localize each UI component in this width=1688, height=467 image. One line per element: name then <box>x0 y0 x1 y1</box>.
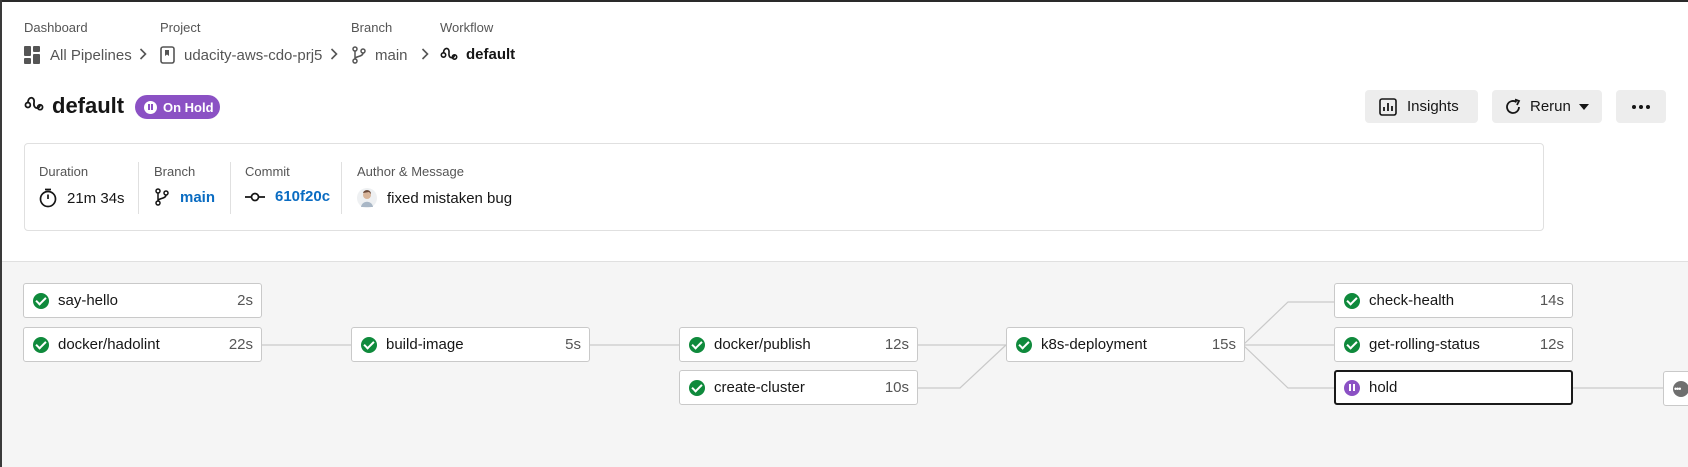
job-duration: 14s <box>1539 292 1564 309</box>
job-k8s-deployment[interactable]: k8s-deployment 15s <box>1006 327 1245 362</box>
success-icon <box>1344 292 1360 309</box>
success-icon <box>1016 336 1032 353</box>
pending-icon <box>1673 380 1688 398</box>
job-duration: 12s <box>1539 336 1564 353</box>
success-icon <box>689 336 705 353</box>
job-name: hold <box>1369 379 1398 396</box>
hold-icon <box>1344 379 1360 396</box>
job-check-health[interactable]: check-health 14s <box>1334 283 1573 318</box>
job-duration: 10s <box>884 379 909 396</box>
job-name: build-image <box>386 336 464 353</box>
job-duration: 2s <box>237 292 253 309</box>
job-duration: 15s <box>1211 336 1236 353</box>
job-name: create-cluster <box>714 379 805 396</box>
job-name: k8s-deployment <box>1041 336 1147 353</box>
job-duration: 12s <box>884 336 909 353</box>
job-name: say-hello <box>58 292 119 309</box>
job-docker-publish[interactable]: docker/publish 12s <box>679 327 918 362</box>
job-create-cluster[interactable]: create-cluster 10s <box>679 370 918 405</box>
job-get-rolling-status[interactable]: get-rolling-status 12s <box>1334 327 1573 362</box>
success-icon <box>361 336 377 353</box>
success-icon <box>33 336 49 353</box>
job-name: get-rolling-status <box>1369 336 1480 353</box>
job-duration: 22s <box>228 336 253 353</box>
success-icon <box>689 379 705 396</box>
success-icon <box>33 292 49 309</box>
success-icon <box>1344 336 1360 353</box>
job-say-hello[interactable]: say-hello 2s <box>23 283 262 318</box>
job-name: docker/publish <box>714 336 811 353</box>
job-hold[interactable]: hold <box>1334 370 1573 405</box>
job-name: docker/hadolint <box>58 336 160 353</box>
job-build-image[interactable]: build-image 5s <box>351 327 590 362</box>
job-pending[interactable] <box>1663 371 1688 406</box>
job-docker-hadolint[interactable]: docker/hadolint 22s <box>23 327 262 362</box>
job-name: check-health <box>1369 292 1455 309</box>
job-duration: 5s <box>565 336 581 353</box>
